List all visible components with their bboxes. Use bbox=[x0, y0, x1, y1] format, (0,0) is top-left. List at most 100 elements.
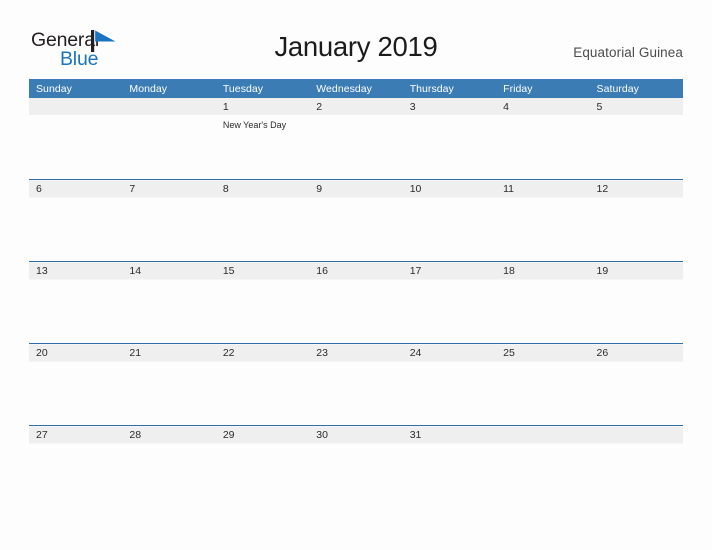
day-number: 15 bbox=[222, 265, 235, 277]
calendar-week-row: 20 21 22 23 24 25 26 bbox=[29, 343, 683, 426]
day-cell[interactable] bbox=[589, 425, 683, 507]
day-event bbox=[496, 361, 589, 365]
day-number: 18 bbox=[503, 265, 515, 277]
day-cell[interactable]: 23 bbox=[309, 343, 403, 426]
day-number: 1 bbox=[222, 101, 229, 113]
day-event bbox=[309, 197, 402, 201]
day-number: 26 bbox=[596, 347, 609, 359]
day-cell[interactable]: 13 bbox=[29, 261, 123, 344]
weekday-header-monday: Monday bbox=[122, 79, 216, 98]
day-event bbox=[122, 279, 215, 283]
day-number: 9 bbox=[316, 183, 323, 195]
day-event bbox=[496, 279, 589, 283]
day-event bbox=[403, 279, 496, 283]
calendar-week-row: 1 New Year's Day 2 3 4 5 bbox=[29, 98, 683, 180]
day-cell[interactable]: 3 bbox=[402, 98, 497, 180]
day-cell[interactable]: 24 bbox=[402, 343, 497, 426]
day-cell[interactable]: 20 bbox=[29, 343, 123, 426]
day-cell[interactable]: 31 bbox=[402, 425, 497, 507]
day-cell[interactable]: 21 bbox=[122, 343, 216, 426]
day-number: 8 bbox=[222, 183, 229, 195]
day-event bbox=[309, 279, 402, 283]
day-event bbox=[496, 115, 589, 119]
day-event: New Year's Day bbox=[222, 120, 287, 130]
calendar-body: 1 New Year's Day 2 3 4 5 6 7 8 9 10 11 1… bbox=[29, 98, 683, 507]
day-cell[interactable]: 7 bbox=[122, 179, 216, 262]
day-number bbox=[590, 426, 683, 443]
day-cell[interactable]: 27 bbox=[29, 425, 123, 507]
day-cell[interactable]: 26 bbox=[589, 343, 683, 426]
day-event bbox=[496, 197, 589, 201]
day-number: 31 bbox=[409, 429, 422, 441]
day-event bbox=[403, 197, 496, 201]
day-cell[interactable] bbox=[29, 98, 123, 180]
day-event bbox=[29, 197, 122, 201]
page-header: General Blue January 2019 Equatorial Gui… bbox=[0, 0, 712, 79]
weekday-header-tuesday: Tuesday bbox=[215, 79, 310, 98]
day-cell[interactable]: 10 bbox=[402, 179, 497, 262]
weekday-header-friday: Friday bbox=[496, 79, 590, 98]
day-cell[interactable]: 19 bbox=[589, 261, 683, 344]
day-event bbox=[403, 115, 496, 119]
calendar-week-row: 13 14 15 16 17 18 19 bbox=[29, 261, 683, 344]
day-cell[interactable]: 1 New Year's Day bbox=[215, 98, 310, 180]
day-cell[interactable]: 22 bbox=[215, 343, 310, 426]
day-event bbox=[122, 361, 215, 365]
day-number: 24 bbox=[409, 347, 422, 359]
day-number: 5 bbox=[596, 101, 603, 113]
day-number: 14 bbox=[129, 265, 142, 277]
day-number: 19 bbox=[596, 265, 609, 277]
day-cell[interactable]: 12 bbox=[589, 179, 683, 262]
day-event bbox=[403, 361, 496, 365]
day-number: 21 bbox=[129, 347, 142, 359]
day-cell[interactable]: 11 bbox=[496, 179, 590, 262]
weekday-header-saturday: Saturday bbox=[589, 79, 683, 98]
day-cell[interactable]: 18 bbox=[496, 261, 590, 344]
day-event bbox=[590, 279, 683, 283]
weekday-header-sunday: Sunday bbox=[29, 79, 123, 98]
day-event bbox=[122, 197, 215, 201]
day-number: 6 bbox=[36, 183, 42, 195]
day-cell[interactable]: 25 bbox=[496, 343, 590, 426]
day-number: 30 bbox=[316, 429, 328, 441]
day-event bbox=[216, 443, 309, 447]
day-cell[interactable] bbox=[122, 98, 216, 180]
weekday-header-wednesday: Wednesday bbox=[309, 79, 403, 98]
day-number: 4 bbox=[503, 101, 509, 113]
day-cell[interactable]: 29 bbox=[215, 425, 310, 507]
day-event bbox=[29, 361, 122, 365]
day-cell[interactable]: 5 bbox=[589, 98, 683, 180]
day-number: 27 bbox=[36, 429, 48, 441]
day-event bbox=[29, 443, 122, 447]
day-event bbox=[309, 361, 402, 365]
day-number: 13 bbox=[36, 265, 48, 277]
day-cell[interactable]: 15 bbox=[215, 261, 310, 344]
day-cell[interactable]: 4 bbox=[496, 98, 590, 180]
day-event bbox=[122, 443, 215, 447]
day-number: 3 bbox=[409, 101, 416, 113]
day-event bbox=[590, 443, 683, 447]
day-cell[interactable]: 16 bbox=[309, 261, 403, 344]
day-cell[interactable]: 8 bbox=[215, 179, 310, 262]
day-number bbox=[122, 98, 215, 115]
day-cell[interactable]: 28 bbox=[122, 425, 216, 507]
day-number: 12 bbox=[596, 183, 609, 195]
day-cell[interactable]: 30 bbox=[309, 425, 403, 507]
day-number: 17 bbox=[409, 265, 422, 277]
day-cell[interactable]: 2 bbox=[309, 98, 403, 180]
day-event bbox=[309, 443, 402, 447]
day-number bbox=[29, 98, 122, 115]
day-cell[interactable]: 17 bbox=[402, 261, 497, 344]
day-event bbox=[216, 279, 309, 283]
day-cell[interactable]: 14 bbox=[122, 261, 216, 344]
day-cell[interactable] bbox=[496, 425, 590, 507]
day-cell[interactable]: 9 bbox=[309, 179, 403, 262]
day-event bbox=[122, 115, 215, 119]
day-number: 2 bbox=[316, 101, 323, 113]
day-number: 7 bbox=[129, 183, 136, 195]
day-number: 22 bbox=[222, 347, 235, 359]
calendar-header-row: Sunday Monday Tuesday Wednesday Thursday… bbox=[29, 79, 683, 98]
day-cell[interactable]: 6 bbox=[29, 179, 123, 262]
day-number: 10 bbox=[409, 183, 422, 195]
day-number: 25 bbox=[503, 347, 515, 359]
